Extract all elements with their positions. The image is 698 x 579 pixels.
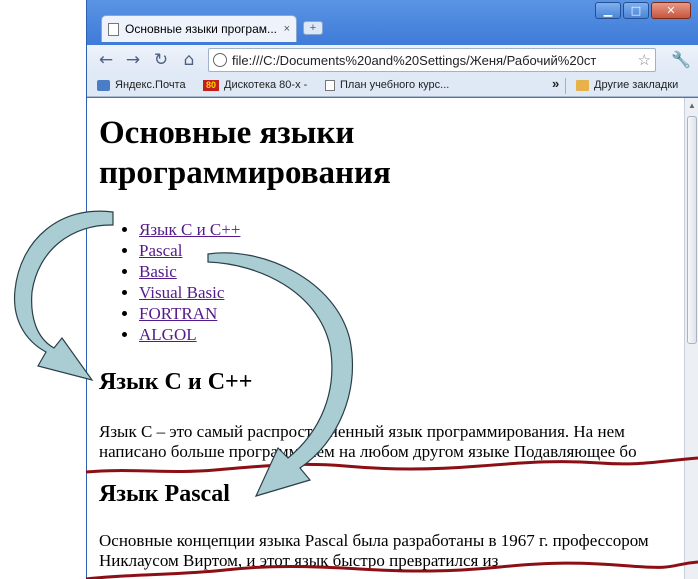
- star-icon[interactable]: ☆: [638, 51, 651, 69]
- section-pascal-heading: Язык Pascal: [99, 481, 236, 508]
- link-algol[interactable]: ALGOL: [139, 325, 197, 344]
- vertical-scrollbar[interactable]: ▲: [684, 98, 698, 579]
- window-controls: ▁ □ ✕: [595, 2, 691, 19]
- disco-80-icon: 80: [203, 79, 219, 91]
- browser-tab[interactable]: Основные языки програм... ×: [101, 15, 297, 42]
- wrench-icon[interactable]: 🔧: [671, 50, 691, 69]
- new-tab-button[interactable]: +: [303, 21, 323, 35]
- bookmarks-overflow-icon[interactable]: »: [552, 76, 559, 91]
- link-basic[interactable]: Basic: [139, 262, 177, 281]
- bookmark-disco[interactable]: 80 Дискотека 80-х -: [203, 79, 307, 91]
- list-item: Язык С и С++: [139, 219, 240, 240]
- link-pascal[interactable]: Pascal: [139, 241, 182, 260]
- page-icon: [108, 22, 119, 36]
- list-item: ALGOL: [139, 324, 240, 345]
- list-item: Basic: [139, 261, 240, 282]
- page-icon: [325, 79, 335, 91]
- tab-close-icon[interactable]: ×: [284, 23, 290, 35]
- title-bar: Основные языки програм... × + ▁ □ ✕: [87, 0, 698, 45]
- home-icon[interactable]: ⌂: [178, 50, 200, 70]
- back-arrow-icon[interactable]: ←: [95, 50, 117, 70]
- maximize-button[interactable]: □: [623, 2, 649, 19]
- bookmark-other-folder[interactable]: Другие закладки: [576, 79, 678, 91]
- url-text[interactable]: file:///C:/Documents%20and%20Settings/Же…: [232, 53, 635, 68]
- language-links: Язык С и С++ Pascal Basic Visual Basic F…: [121, 219, 240, 345]
- link-c-cpp[interactable]: Язык С и С++: [139, 220, 240, 239]
- reload-icon[interactable]: ↻: [150, 50, 172, 70]
- scroll-thumb[interactable]: [687, 116, 697, 344]
- browser-window: Основные языки програм... × + ▁ □ ✕ ← → …: [86, 0, 698, 579]
- section-pascal-text: Основные концепции языка Pascal была раз…: [99, 531, 649, 570]
- mail-icon: [97, 79, 110, 91]
- tab-title: Основные языки програм...: [125, 22, 278, 36]
- section-c-text: Язык С – это самый распространенный язык…: [99, 422, 637, 461]
- bookmarks-bar: Яндекс.Почта 80 Дискотека 80-х - План уч…: [87, 75, 698, 97]
- bookmark-yandex-mail[interactable]: Яндекс.Почта: [97, 79, 186, 91]
- minimize-button[interactable]: ▁: [595, 2, 621, 19]
- bookmark-label: План учебного курс...: [340, 79, 450, 91]
- page-title: Основные языки программирования: [99, 115, 391, 191]
- address-bar[interactable]: file:///C:/Documents%20and%20Settings/Же…: [208, 48, 656, 72]
- list-item: Pascal: [139, 240, 240, 261]
- link-fortran[interactable]: FORTRAN: [139, 304, 217, 323]
- folder-icon: [576, 79, 589, 91]
- forward-arrow-icon[interactable]: →: [122, 50, 144, 70]
- scroll-up-icon[interactable]: ▲: [685, 98, 698, 113]
- bookmark-label: Другие закладки: [594, 79, 679, 91]
- link-visual-basic[interactable]: Visual Basic: [139, 283, 224, 302]
- page-viewport: Основные языки программирования Язык С и…: [87, 98, 684, 579]
- bookmarks-divider: [565, 78, 566, 94]
- list-item: Visual Basic: [139, 282, 240, 303]
- bookmark-label: Яндекс.Почта: [115, 79, 186, 91]
- toolbar: ← → ↻ ⌂ file:///C:/Documents%20and%20Set…: [87, 45, 698, 75]
- globe-icon: [213, 53, 227, 67]
- bookmark-course-plan[interactable]: План учебного курс...: [325, 79, 449, 91]
- close-button[interactable]: ✕: [651, 2, 691, 19]
- section-c-heading: Язык С и С++: [99, 369, 253, 395]
- bookmark-label: Дискотека 80-х -: [224, 79, 308, 91]
- list-item: FORTRAN: [139, 303, 240, 324]
